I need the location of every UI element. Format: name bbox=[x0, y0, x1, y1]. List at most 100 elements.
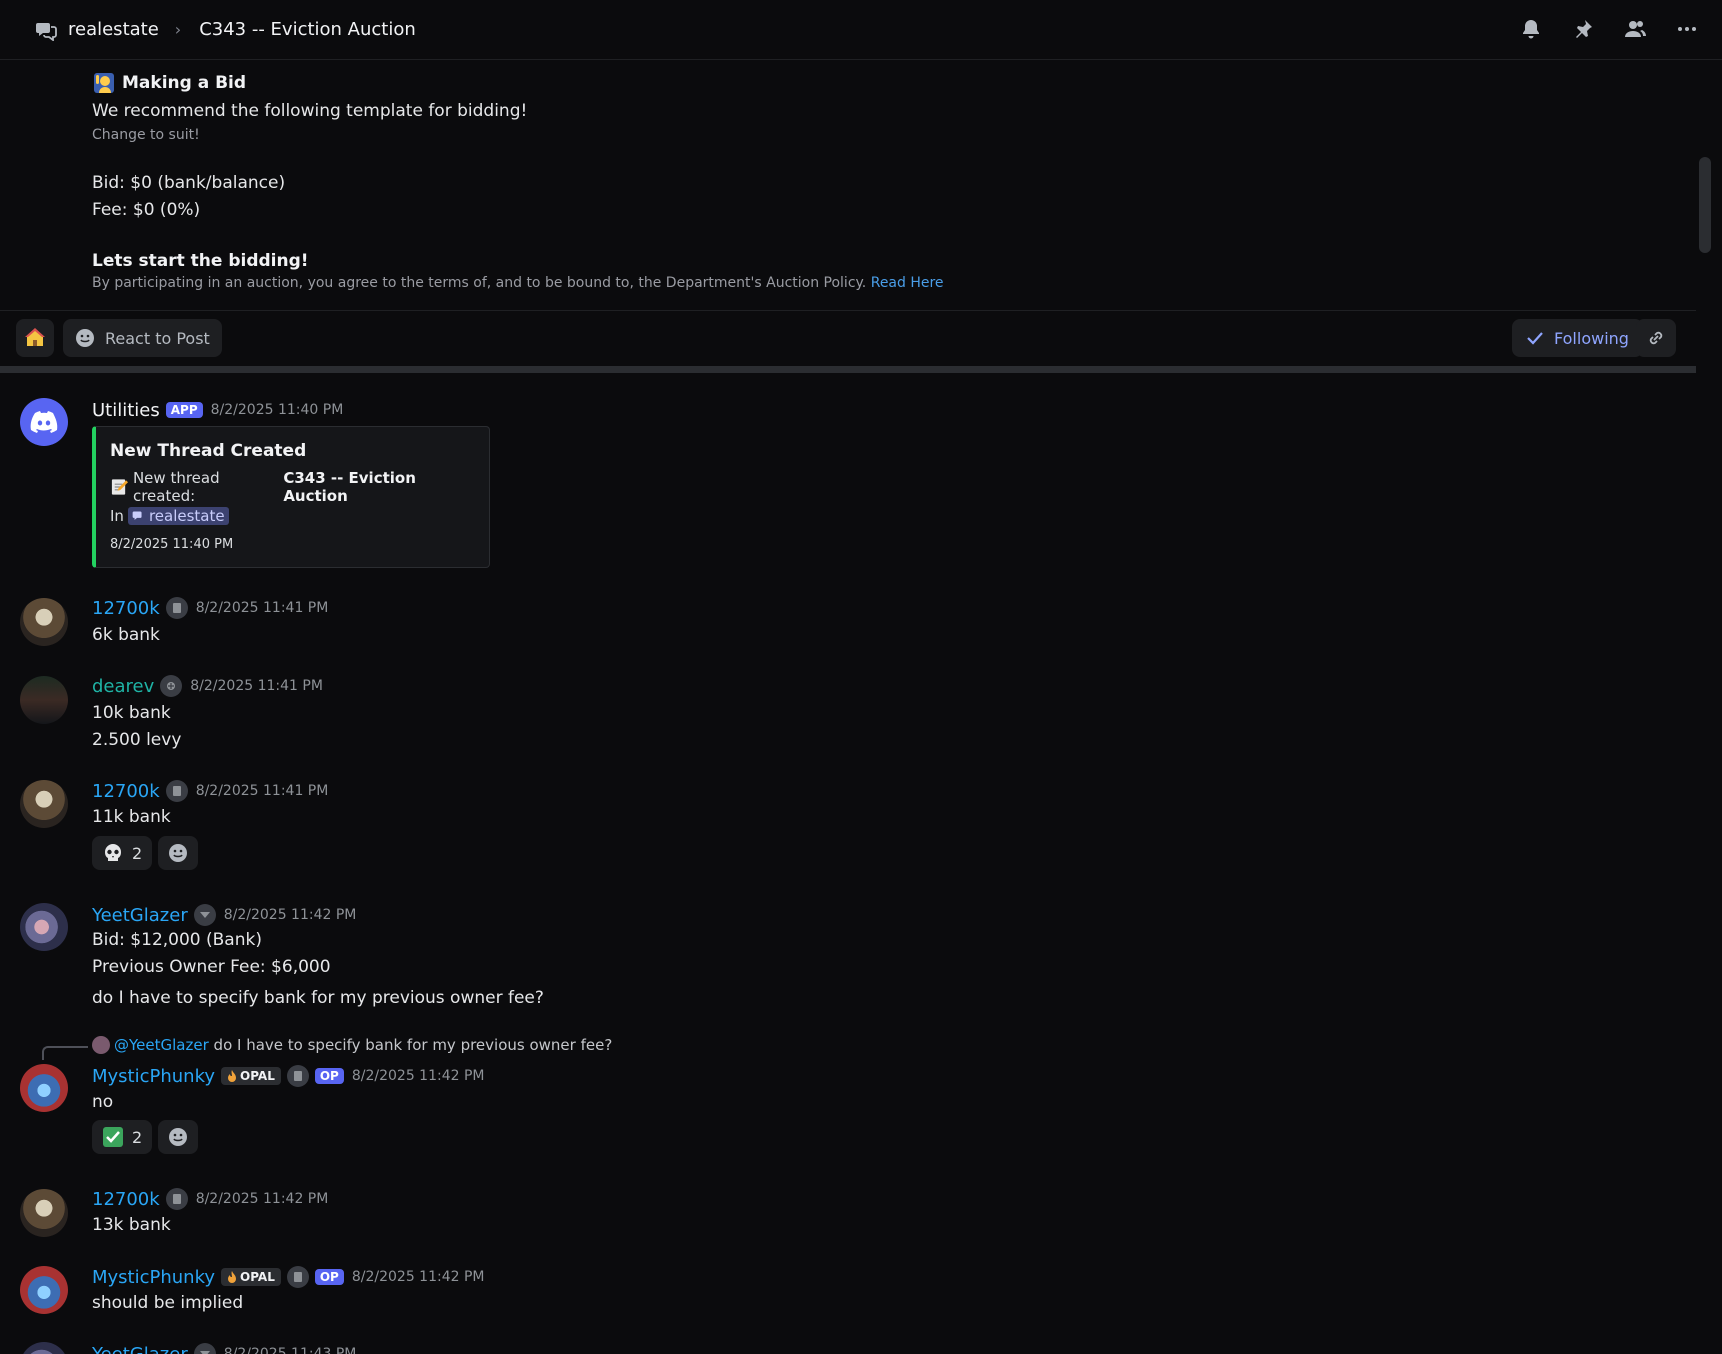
reply-connector bbox=[42, 1046, 88, 1060]
user-avatar[interactable] bbox=[20, 1064, 68, 1112]
user-avatar[interactable] bbox=[20, 598, 68, 646]
bell-icon[interactable] bbox=[1516, 14, 1546, 44]
flame-icon bbox=[228, 1070, 237, 1082]
username[interactable]: MysticPhunky bbox=[92, 1267, 215, 1288]
add-reaction-button[interactable] bbox=[158, 836, 199, 870]
flame-icon bbox=[228, 1271, 237, 1283]
username[interactable]: MysticPhunky bbox=[92, 1066, 215, 1087]
reactions: 2 bbox=[92, 836, 199, 870]
role-icon bbox=[286, 1266, 309, 1288]
op-badge: OP bbox=[314, 1068, 344, 1084]
following-label: Following bbox=[1554, 328, 1629, 348]
role-icon bbox=[165, 597, 188, 619]
add-reaction-button[interactable] bbox=[158, 1120, 199, 1154]
forum-channel-icon bbox=[34, 18, 58, 42]
reply-mention[interactable]: @YeetGlazer bbox=[114, 1036, 209, 1054]
embed-footer: 8/2/2025 11:40 PM bbox=[110, 537, 234, 552]
following-button[interactable]: Following bbox=[1512, 319, 1643, 357]
timestamp: 8/2/2025 11:41 PM bbox=[195, 600, 329, 616]
role-icon bbox=[193, 1343, 216, 1354]
react-to-post-label: React to Post bbox=[105, 328, 210, 348]
house-reaction-button[interactable] bbox=[16, 319, 54, 357]
message-line: 2.500 levy bbox=[92, 730, 182, 750]
members-icon[interactable] bbox=[1620, 14, 1650, 44]
reply-text: do I have to specify bank for my previou… bbox=[213, 1036, 613, 1054]
policy-text: By participating in an auction, you agre… bbox=[92, 275, 867, 291]
scrollbar-track[interactable] bbox=[1696, 60, 1710, 1354]
timestamp: 8/2/2025 11:42 PM bbox=[351, 1269, 485, 1285]
username[interactable]: 12700k bbox=[92, 781, 160, 802]
username[interactable]: Utilities bbox=[92, 400, 160, 421]
react-to-post-button[interactable]: React to Post bbox=[63, 319, 222, 357]
message-line: do I have to specify bank for my previou… bbox=[92, 988, 544, 1008]
username[interactable]: 12700k bbox=[92, 1189, 160, 1210]
embed-title: New Thread Created bbox=[110, 441, 307, 461]
template-bid: Bid: $0 (bank/balance) bbox=[92, 173, 286, 193]
reply-avatar bbox=[92, 1036, 110, 1054]
user-avatar[interactable] bbox=[20, 1342, 68, 1354]
channel-mention-text: realestate bbox=[148, 507, 225, 525]
message-line: Bid: $12,000 (Bank) bbox=[92, 930, 262, 950]
smile-icon bbox=[76, 329, 94, 347]
username[interactable]: 12700k bbox=[92, 598, 160, 619]
scrollbar-thumb[interactable] bbox=[1699, 157, 1711, 253]
channel-breadcrumb[interactable]: realestate bbox=[68, 19, 159, 40]
skull-reaction[interactable]: 2 bbox=[92, 836, 153, 870]
start-bidding-heading: Lets start the bidding! bbox=[92, 251, 309, 271]
link-icon bbox=[1649, 331, 1663, 345]
user-avatar[interactable] bbox=[20, 903, 68, 951]
thread-header: realestate › C343 -- Eviction Auction bbox=[0, 0, 1722, 60]
app-badge: APP bbox=[165, 402, 203, 418]
message-text: 6k bank bbox=[92, 625, 160, 645]
starter-heading-text: Making a Bid bbox=[122, 73, 247, 93]
post-action-bar: React to Post Following bbox=[0, 310, 1696, 366]
pin-icon[interactable] bbox=[1568, 14, 1598, 44]
username[interactable]: YeetGlazer bbox=[92, 1344, 188, 1354]
timestamp: 8/2/2025 11:41 PM bbox=[195, 783, 329, 799]
person-raising-hand-icon bbox=[92, 71, 116, 95]
channel-mention[interactable]: realestate bbox=[127, 507, 229, 525]
skull-icon bbox=[105, 844, 121, 861]
username[interactable]: dearev bbox=[92, 676, 154, 697]
opal-badge: OPAL bbox=[221, 1067, 281, 1085]
user-avatar[interactable] bbox=[20, 1266, 68, 1314]
reply-preview[interactable]: @YeetGlazer do I have to specify bank fo… bbox=[92, 1036, 612, 1054]
memo-icon bbox=[111, 479, 129, 495]
template-fee: Fee: $0 (0%) bbox=[92, 200, 201, 220]
user-avatar[interactable] bbox=[20, 676, 68, 724]
op-badge: OP bbox=[314, 1269, 344, 1285]
role-icon bbox=[160, 675, 183, 697]
user-avatar[interactable] bbox=[20, 1189, 68, 1237]
starter-post: Making a Bid We recommend the following … bbox=[92, 68, 1592, 291]
copy-link-button[interactable] bbox=[1636, 319, 1676, 357]
discord-avatar[interactable] bbox=[20, 398, 68, 446]
timestamp: 8/2/2025 11:43 PM bbox=[223, 1346, 357, 1354]
embed-channel-line: In realestate bbox=[110, 507, 475, 525]
forum-channel-icon bbox=[132, 511, 142, 520]
message-text: no bbox=[92, 1092, 114, 1112]
thread-created-embed: New Thread Created New thread created: C… bbox=[92, 426, 490, 568]
embed-text: New thread created: bbox=[132, 469, 220, 505]
policy-link[interactable]: Read Here bbox=[871, 275, 944, 291]
opal-badge: OPAL bbox=[221, 1268, 281, 1286]
starter-subtext: Change to suit! bbox=[92, 127, 200, 143]
starter-heading: Making a Bid bbox=[92, 68, 1592, 98]
thread-title: C343 -- Eviction Auction bbox=[199, 19, 416, 40]
check-reaction[interactable]: 2 bbox=[92, 1120, 153, 1154]
smile-icon bbox=[169, 1128, 188, 1146]
house-icon bbox=[25, 328, 45, 346]
timestamp: 8/2/2025 11:42 PM bbox=[223, 907, 357, 923]
header-toolbar bbox=[1516, 14, 1702, 44]
timestamp: 8/2/2025 11:41 PM bbox=[190, 678, 323, 694]
embed-description: New thread created: C343 -- Eviction Auc… bbox=[110, 469, 475, 505]
role-icon bbox=[193, 904, 216, 926]
message-text: 10k bank 2.500 levy bbox=[92, 700, 181, 754]
starter-intro: We recommend the following template for … bbox=[92, 101, 528, 121]
username[interactable]: YeetGlazer bbox=[92, 905, 188, 926]
role-icon bbox=[165, 1188, 188, 1210]
user-avatar[interactable] bbox=[20, 780, 68, 828]
embed-thread-name[interactable]: C343 -- Eviction Auction bbox=[283, 469, 475, 505]
embed-in-label: In bbox=[110, 507, 124, 525]
more-icon[interactable] bbox=[1672, 14, 1702, 44]
timestamp: 8/2/2025 11:40 PM bbox=[210, 402, 344, 418]
